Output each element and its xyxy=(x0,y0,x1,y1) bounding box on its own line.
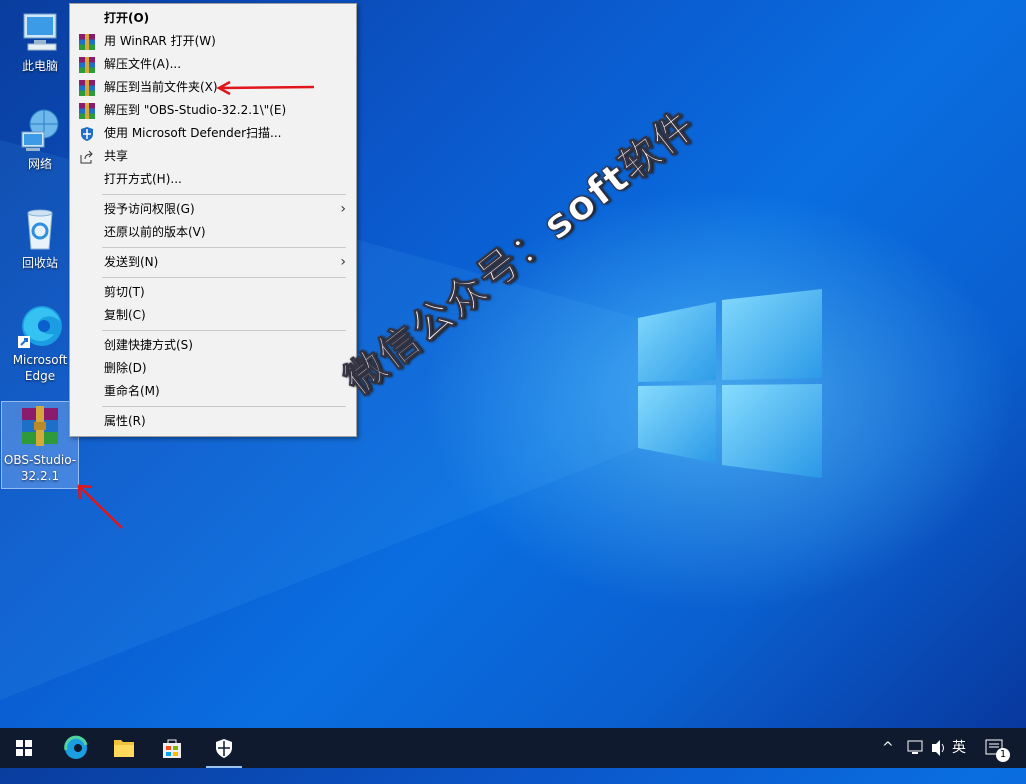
volume-icon[interactable] xyxy=(930,728,948,768)
chevron-up-icon[interactable]: ^ xyxy=(882,728,894,768)
taskbar-explorer-button[interactable] xyxy=(100,728,148,768)
annotation-arrow-menu xyxy=(216,80,315,96)
defender-icon xyxy=(216,739,232,758)
annotation-arrows xyxy=(77,80,315,529)
ime-indicator[interactable]: 英 xyxy=(952,728,966,768)
annotation-arrow-icon xyxy=(77,484,123,529)
notification-badge: 1 xyxy=(996,748,1010,762)
start-button[interactable] xyxy=(0,728,48,768)
start-icon xyxy=(16,740,32,756)
taskbar: ^ 英 1 xyxy=(0,728,1026,768)
edge-icon xyxy=(64,735,88,759)
network-tray-icon[interactable] xyxy=(906,728,924,768)
taskbar-defender-button[interactable] xyxy=(200,728,248,768)
taskbar-edge-button[interactable] xyxy=(52,728,100,768)
file-explorer-icon xyxy=(114,740,134,757)
store-icon xyxy=(163,739,181,758)
taskbar-store-button[interactable] xyxy=(148,728,196,768)
